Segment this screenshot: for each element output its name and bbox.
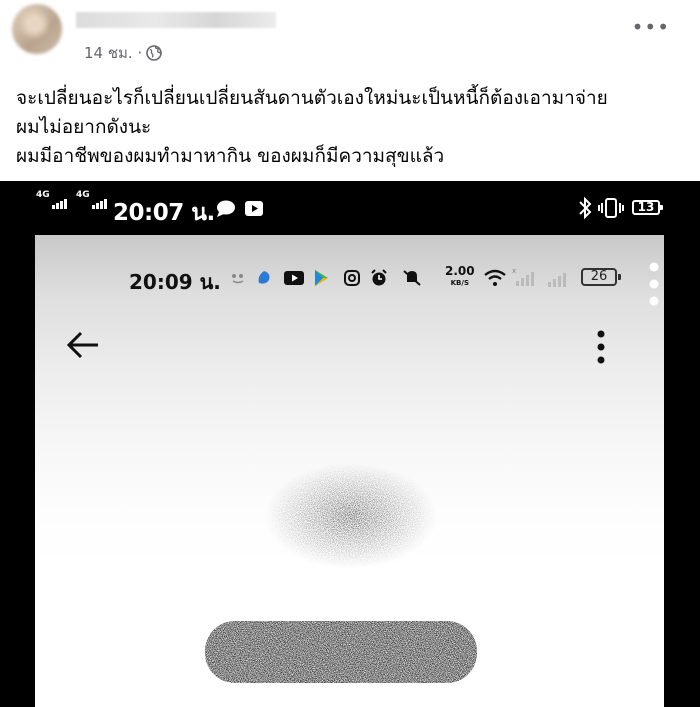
post-text: จะเปลี่ยนอะไรก็เปลี่ยนเปลี่ยนสันดานตัวเอ… <box>16 84 608 171</box>
bluetooth-icon <box>579 196 592 220</box>
youtube-icon <box>284 271 304 285</box>
signal-icon: 4G <box>36 190 67 209</box>
wifi-icon <box>484 269 506 286</box>
post-header: 14 ชม. · ••• <box>0 0 700 68</box>
battery-icon: 13 <box>632 200 663 215</box>
author-name-blurred[interactable] <box>76 12 276 28</box>
alarm-icon <box>371 269 387 286</box>
svg-text:x: x <box>512 267 516 275</box>
pixelated-detail-area <box>205 621 477 683</box>
post-meta: 14 ชม. · <box>84 41 163 65</box>
network-speed: 2.00 KB/S <box>445 264 475 287</box>
phone-status-bar: 4G 4G 20:07 น. 13 <box>0 181 700 235</box>
post-text-line: ผมมีอาชีพของผมทำมาหากิน ของผมก็มีความสุข… <box>16 145 445 167</box>
avatar[interactable] <box>12 4 62 54</box>
back-arrow-icon[interactable] <box>65 327 101 363</box>
signal-icon: 4G <box>76 190 107 209</box>
post-text-line: จะเปลี่ยนอะไรก็เปลี่ยนเปลี่ยนสันดานตัวเอ… <box>16 87 608 109</box>
side-dots-icon <box>649 262 659 306</box>
more-icon[interactable]: ••• <box>632 17 670 37</box>
play-store-icon <box>315 270 328 286</box>
notification-icon <box>232 274 244 284</box>
vibrate-icon <box>598 198 624 218</box>
inner-screenshot: 20:09 น. 2.00 KB/S x 26 <box>35 235 664 707</box>
youtube-icon <box>245 201 263 216</box>
post-timestamp[interactable]: 14 ชม. · <box>84 41 142 65</box>
kebab-menu-icon[interactable] <box>595 329 607 365</box>
signal-icon: x <box>512 267 534 286</box>
inner-battery-icon: 26 <box>581 268 621 286</box>
status-time: 20:07 น. <box>113 200 215 226</box>
signal-icon <box>548 273 566 287</box>
inner-status-time: 20:09 น. <box>129 270 221 294</box>
mute-icon <box>403 270 421 286</box>
pixelated-profile-area <box>265 463 437 569</box>
chat-bubble-icon <box>217 200 235 217</box>
post-text-line: ผมไม่อยากดังนะ <box>16 116 152 138</box>
globe-icon <box>146 45 163 61</box>
app-icon <box>258 271 270 284</box>
instagram-icon <box>344 270 360 286</box>
post-photo[interactable]: 4G 4G 20:07 น. 13 20:09 น. 2.00 KB/S x 2… <box>0 181 700 707</box>
